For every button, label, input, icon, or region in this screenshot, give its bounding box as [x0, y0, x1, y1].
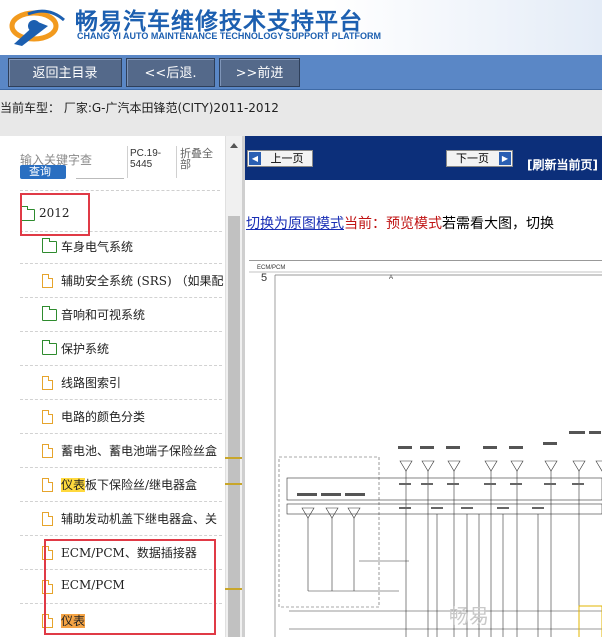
annotation-box-year — [20, 193, 90, 236]
forward-button[interactable]: >>前进 — [219, 58, 300, 87]
tree-item-text: 保护系统 — [61, 342, 110, 356]
tree-item-label-rest: 板下保险丝/继电器盒 — [85, 478, 198, 492]
collapse-all-button[interactable]: 折叠全部 — [180, 148, 220, 170]
tree-item[interactable]: 音响和可视系统 — [0, 298, 226, 332]
tree-item-label: 电路的颜色分类 — [61, 408, 145, 425]
marker-line — [225, 483, 242, 485]
viewer-panel: ◀ 上一页 下一页 ▶ [刷新当前页] 切换为原图模式当前：预览模式若需看大图，… — [245, 136, 602, 637]
marker-line — [225, 457, 242, 459]
tree-item-text: 线路图索引 — [61, 376, 122, 390]
search-button[interactable]: 查询 — [20, 165, 66, 179]
separator — [20, 190, 220, 191]
toolbar-divider — [127, 146, 128, 178]
scroll-thumb[interactable] — [228, 216, 240, 637]
tree-item-label: 线路图索引 — [61, 374, 121, 391]
back-button[interactable]: <<后退. — [126, 58, 215, 87]
tree-item[interactable]: 辅助发动机盖下继电器盒、关 — [0, 502, 226, 536]
switch-original-mode-link[interactable]: 切换为原图模式 — [246, 216, 344, 232]
wiring-diagram-svg: ECM/PCM 5 A 畅易 — [249, 261, 602, 637]
sidebar: 输入关键字查 查询 PC.19-5445 折叠全部 2012 车身电气系统 辅助安全… — [0, 136, 243, 637]
tree-item-label: 辅助安全系统 (SRS) （如果配 — [61, 272, 223, 289]
tree-item-label: 蓄电池、蓄电池端子保险丝盒 — [61, 442, 217, 459]
tree-item-label: 辅助发动机盖下继电器盒、关 — [61, 510, 217, 527]
site-subtitle: CHANG YI AUTO MAINTENANCE TECHNOLOGY SUP… — [77, 31, 382, 41]
tree-item-label: 车身电气系统 — [61, 238, 133, 255]
next-page-label: 下一页 — [456, 152, 489, 165]
tree-item[interactable]: 蓄电池、蓄电池端子保险丝盒 — [0, 434, 226, 468]
folder-icon — [42, 340, 57, 355]
toolbar-divider — [176, 146, 177, 178]
header-banner: 畅易汽车维修技术支持平台 CHANG YI AUTO MAINTENANCE T… — [0, 0, 602, 55]
arrow-right-icon: ▶ — [499, 152, 511, 165]
diagram-column-label: A — [389, 275, 393, 281]
tree-item-text: 音响和可视系统 — [61, 308, 146, 322]
tree-item[interactable]: 保护系统 — [0, 332, 226, 366]
tree-item[interactable]: 仪表板下保险丝/继电器盒 — [0, 468, 226, 502]
pc-code: PC.19-5445 — [130, 148, 162, 170]
folder-icon — [42, 306, 57, 321]
document-icon — [42, 512, 53, 526]
sidebar-scrollbar[interactable] — [225, 136, 242, 637]
current-model-bar: 当前车型： 厂家:G-广汽本田锋范(CITY)2011-2012 — [0, 90, 602, 136]
tree-item[interactable]: 辅助安全系统 (SRS) （如果配 — [0, 264, 226, 298]
prev-page-label: 上一页 — [270, 152, 304, 165]
tree-item-text: 辅助安全系统 (SRS) （如果配 — [61, 274, 224, 288]
search-underline — [76, 178, 124, 179]
scroll-up-icon[interactable] — [230, 143, 238, 148]
marker-line — [225, 588, 242, 590]
app-window: 畅易汽车维修技术支持平台 CHANG YI AUTO MAINTENANCE T… — [0, 0, 602, 637]
diagram-page-number: 5 — [261, 272, 267, 284]
document-icon — [42, 444, 53, 458]
current-model-text: 当前车型： 厂家:G-广汽本田锋范(CITY)2011-2012 — [0, 101, 279, 115]
annotation-box-items — [44, 539, 216, 635]
document-icon — [42, 274, 53, 288]
tree-item[interactable]: 电路的颜色分类 — [0, 400, 226, 434]
tree-item-text: 车身电气系统 — [61, 240, 134, 254]
current-mode-text: 当前：预览模式 — [344, 216, 442, 232]
home-button[interactable]: 返回主目录 — [8, 58, 122, 87]
tree-item[interactable]: 线路图索引 — [0, 366, 226, 400]
tree-item-text: 蓄电池、蓄电池端子保险丝盒 — [61, 444, 218, 458]
tree-item-label: 保护系统 — [61, 340, 109, 357]
tree-item-label: 仪表板下保险丝/继电器盒 — [61, 476, 197, 493]
document-icon — [42, 410, 53, 424]
cy-swoosh-logo — [9, 9, 65, 46]
nav-bar: 返回主目录 <<后退. >>前进 — [0, 55, 602, 90]
prev-page-button[interactable]: ◀ 上一页 — [247, 150, 313, 167]
tree-item-label: 音响和可视系统 — [61, 306, 145, 323]
mode-hint-text: 若需看大图，切换 — [442, 216, 554, 232]
folder-icon — [42, 238, 57, 253]
document-icon — [42, 376, 53, 390]
search-hit-highlight: 仪表 — [61, 478, 86, 492]
arrow-left-icon: ◀ — [249, 152, 261, 165]
tree-item-text: 辅助发动机盖下继电器盒、关 — [61, 512, 218, 526]
tree-item-text: 电路的颜色分类 — [61, 410, 146, 424]
document-icon — [42, 478, 53, 492]
wiring-diagram[interactable]: ECM/PCM 5 A 畅易 — [249, 260, 602, 637]
mode-line: 切换为原图模式当前：预览模式若需看大图，切换 — [246, 213, 554, 233]
viewer-spacer — [245, 180, 602, 216]
watermark-text: 畅易 — [449, 604, 489, 628]
diagram-header-text: ECM/PCM — [257, 265, 285, 271]
viewer-toolbar: ◀ 上一页 下一页 ▶ [刷新当前页] — [245, 136, 602, 180]
refresh-page-link[interactable]: [刷新当前页] — [527, 156, 598, 173]
next-page-button[interactable]: 下一页 ▶ — [446, 150, 513, 167]
